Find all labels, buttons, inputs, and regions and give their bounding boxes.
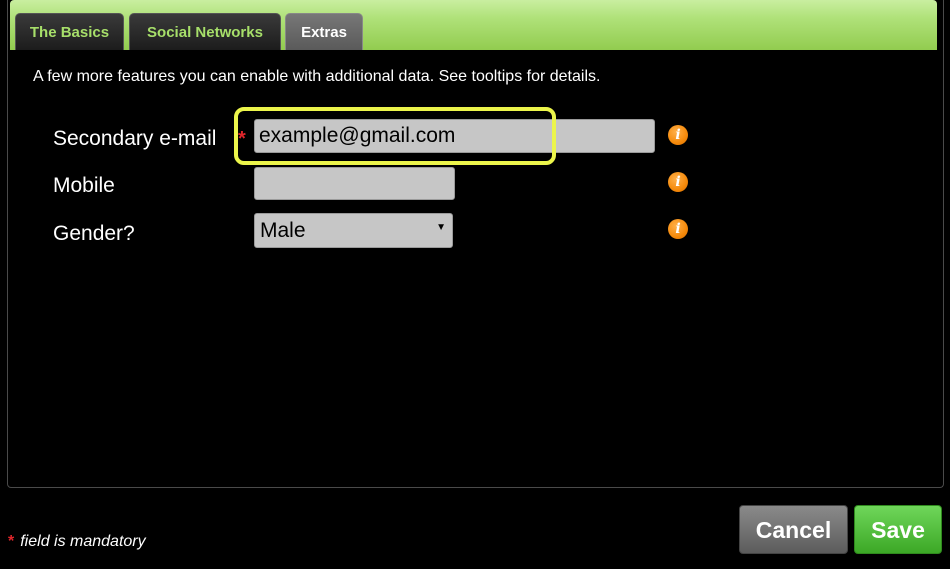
mandatory-note: * field is mandatory [8,533,146,551]
intro-text: A few more features you can enable with … [33,68,601,85]
secondary-email-field[interactable] [254,119,655,153]
mobile-label: Mobile [53,174,115,197]
mobile-field[interactable] [254,167,455,200]
dropdown-arrow-icon: ▼ [436,222,446,233]
tab-extras[interactable]: Extras [285,13,363,50]
mandatory-note-text: field is mandatory [20,533,146,550]
info-icon[interactable]: i [668,219,688,239]
info-icon[interactable]: i [668,125,688,145]
tab-social-networks[interactable]: Social Networks [129,13,281,50]
gender-label: Gender? [53,222,135,245]
save-button[interactable]: Save [854,505,942,554]
gender-selected-value: Male [260,219,306,242]
secondary-email-label: Secondary e-mail [53,127,217,150]
gender-select[interactable]: Male ▼ [254,213,453,248]
tab-the-basics[interactable]: The Basics [15,13,124,50]
required-marker: * [238,128,246,150]
info-icon[interactable]: i [668,172,688,192]
required-marker: * [8,533,15,550]
cancel-button[interactable]: Cancel [739,505,848,554]
